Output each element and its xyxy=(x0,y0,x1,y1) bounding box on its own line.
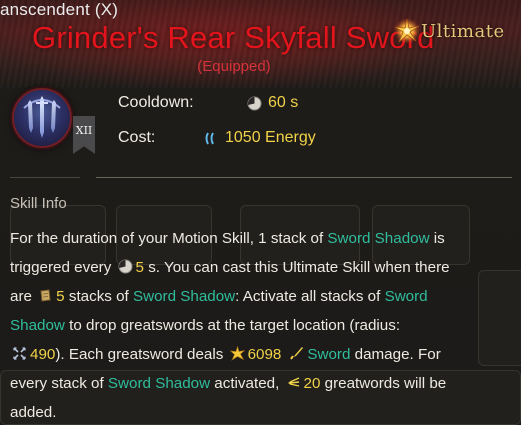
clock-icon xyxy=(247,96,262,111)
description-line: added. xyxy=(10,398,480,425)
cost-value: 1050 Energy xyxy=(225,129,316,146)
description-text: added. xyxy=(10,404,57,421)
description-text: : Activate all stacks of xyxy=(235,288,385,305)
keyword-sword-shadow: Sword Shadow xyxy=(107,375,211,392)
greatswords-value: 20 xyxy=(303,375,321,392)
description-text: to drop greatswords at the target locati… xyxy=(64,317,401,334)
multi-arrow-icon xyxy=(286,371,301,387)
description-line: triggered every 5 s. You can cast this U… xyxy=(10,253,480,282)
divider xyxy=(10,177,80,178)
skill-info-title: Skill Info xyxy=(10,195,67,212)
background-panel xyxy=(478,270,521,366)
description-text: is xyxy=(429,230,445,247)
cost-label: Cost: xyxy=(118,129,156,146)
keyword-sword-shadow: Sword Shadow xyxy=(133,288,236,305)
skill-tooltip: anscendent (X) Grinder's Rear Skyfall Sw… xyxy=(0,0,521,425)
radius-value: 490 xyxy=(30,346,56,363)
keyword-shadow: Shadow xyxy=(10,317,65,334)
keyword-sword: Sword xyxy=(384,288,428,305)
description-text: activated, xyxy=(210,375,284,392)
description-text: For the duration of your Motion Skill, 1… xyxy=(10,230,328,247)
cooldown-label: Cooldown: xyxy=(118,94,194,111)
description-text: ). Each greatsword deals xyxy=(55,346,228,363)
description-line: every stack of Sword Shadow activated, 2… xyxy=(10,369,480,398)
ultimate-badge: Ultimate xyxy=(393,16,505,46)
description-line: For the duration of your Motion Skill, 1… xyxy=(10,224,480,253)
damage-burst-icon xyxy=(229,342,246,361)
radius-icon xyxy=(12,342,27,360)
stacks-value: 5 xyxy=(56,288,65,305)
cooldown-value-row: 60 s xyxy=(247,94,298,112)
ultimate-burst-icon xyxy=(393,17,421,45)
divider xyxy=(96,177,512,178)
description-text: s. You can cast this Ultimate Skill when… xyxy=(143,259,450,276)
description-text: stacks of xyxy=(64,288,133,305)
description-line: 490). Each greatsword deals 6098 Sword da… xyxy=(10,340,480,369)
description-text: greatwords will be xyxy=(320,375,447,392)
description-text: triggered every xyxy=(10,259,116,276)
cooldown-value: 60 s xyxy=(268,94,299,111)
description-text: damage. For xyxy=(350,346,441,363)
interval-value: 5 xyxy=(135,259,144,276)
description-line: Shadow to drop greatswords at the target… xyxy=(10,311,480,340)
skill-description: For the duration of your Motion Skill, 1… xyxy=(10,224,480,425)
equipped-status: (Equipped) xyxy=(197,58,271,75)
cost-value-row: 1050 Energy xyxy=(204,129,316,147)
skill-tier: XII xyxy=(75,124,93,137)
description-text: every stack of xyxy=(10,375,108,392)
description-line: are 5 stacks of Sword Shadow: Activate a… xyxy=(10,282,480,311)
clock-icon xyxy=(118,255,133,274)
sword-rain-icon xyxy=(12,88,72,148)
keyword-sword: Sword xyxy=(307,346,351,363)
ultimate-label: Ultimate xyxy=(421,20,505,42)
scroll-icon xyxy=(38,284,53,302)
damage-value: 6098 xyxy=(247,346,282,363)
description-text: are xyxy=(10,288,37,305)
keyword-sword-shadow: Sword Shadow xyxy=(327,230,430,247)
window-title: anscendent (X) xyxy=(0,0,119,19)
skill-name: Grinder's Rear Skyfall Sword xyxy=(32,20,435,55)
sword-icon xyxy=(289,342,304,360)
energy-icon xyxy=(204,131,219,146)
